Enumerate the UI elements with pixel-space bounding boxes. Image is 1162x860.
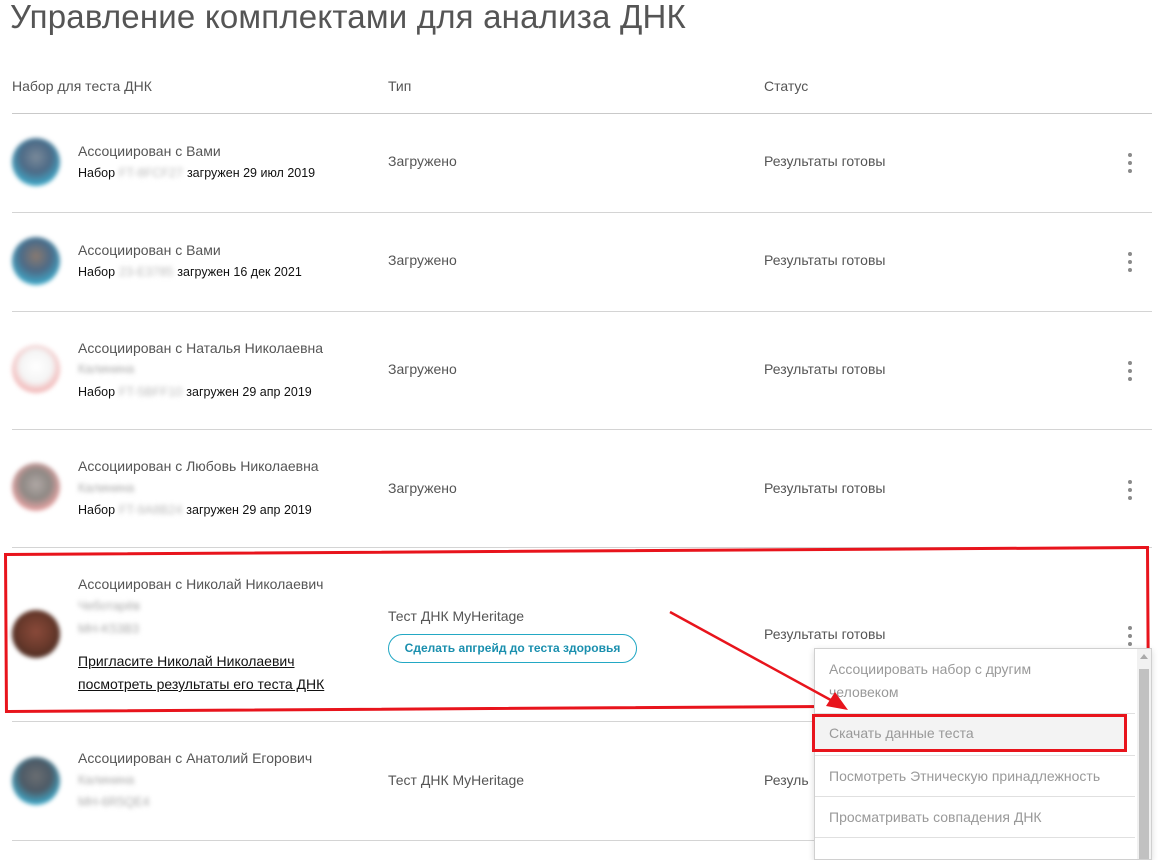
column-header-type: Тип bbox=[388, 78, 412, 94]
kit-code: FT-5BFF10 bbox=[119, 385, 183, 399]
kit-status: Результаты готовы bbox=[764, 153, 886, 169]
avatar bbox=[12, 345, 60, 393]
menu-item-download-highlight: Скачать данные теста bbox=[812, 714, 1127, 752]
kit-details: Набор FT-8FCF27 загружен 29 июл 2019 bbox=[78, 166, 316, 180]
row-divider bbox=[12, 429, 1152, 430]
menu-divider bbox=[815, 796, 1135, 797]
row-divider bbox=[12, 311, 1152, 312]
kit-type: Загружено bbox=[388, 252, 457, 268]
kit-type: Тест ДНК MyHeritage bbox=[388, 772, 525, 788]
kit-details: Набор 23-E3785 загружен 16 дек 2021 bbox=[78, 265, 302, 279]
avatar bbox=[12, 463, 60, 511]
avatar bbox=[12, 237, 60, 285]
row-divider bbox=[12, 212, 1152, 213]
kit-details: Набор FT-9A8B24 загружен 29 апр 2019 bbox=[78, 503, 312, 517]
kit-association: Ассоциирован с Вами bbox=[78, 143, 221, 159]
kit-code: FT-8FCF27 bbox=[119, 166, 183, 180]
kit-code: MH-6R5QE4 bbox=[78, 795, 150, 809]
kit-code: 23-E3785 bbox=[119, 265, 174, 279]
kit-details: Набор FT-5BFF10 загружен 29 апр 2019 bbox=[78, 385, 312, 399]
kit-association: Ассоциирован с Наталья Николаевна bbox=[78, 340, 324, 356]
menu-item-view-dna-matches[interactable]: Просматривать совпадения ДНК bbox=[815, 806, 1135, 829]
avatar bbox=[12, 138, 60, 186]
kit-type: Загружено bbox=[388, 480, 457, 496]
person-surname: Калинина bbox=[78, 481, 135, 495]
page-title: Управление комплектами для анализа ДНК bbox=[10, 0, 686, 35]
column-header-status: Статус bbox=[764, 78, 809, 94]
menu-divider bbox=[815, 755, 1135, 756]
header-divider bbox=[12, 113, 1152, 114]
menu-item-view-ethnicity[interactable]: Посмотреть Этническую принадлежность bbox=[815, 765, 1135, 788]
menu-item-download-data[interactable]: Скачать данные теста bbox=[829, 725, 974, 741]
person-surname: Калинина bbox=[78, 362, 135, 376]
column-header-kit: Набор для теста ДНК bbox=[12, 78, 152, 94]
kit-status: Результаты готовы bbox=[764, 361, 886, 377]
kit-association: Ассоциирован с Любовь Николаевна bbox=[78, 458, 319, 474]
kit-association: Ассоциирован с Анатолий Егорович bbox=[78, 750, 313, 766]
scrollbar-thumb[interactable] bbox=[1139, 669, 1149, 859]
kit-status: Результаты готовы bbox=[764, 480, 886, 496]
more-options-icon[interactable] bbox=[1120, 478, 1140, 502]
more-options-icon[interactable] bbox=[1120, 359, 1140, 383]
scroll-up-icon[interactable] bbox=[1140, 654, 1148, 659]
kit-status: Резуль bbox=[764, 772, 809, 788]
menu-divider bbox=[815, 837, 1135, 838]
kit-status: Результаты готовы bbox=[764, 252, 886, 268]
kit-code: FT-9A8B24 bbox=[119, 503, 183, 517]
kit-type: Загружено bbox=[388, 361, 457, 377]
context-menu: Ассоциировать набор с другим человеком П… bbox=[814, 648, 1152, 860]
kit-type: Загружено bbox=[388, 153, 457, 169]
more-options-icon[interactable] bbox=[1120, 250, 1140, 274]
menu-scrollbar[interactable] bbox=[1137, 649, 1151, 859]
menu-item-associate-kit[interactable]: Ассоциировать набор с другим человеком bbox=[815, 658, 1135, 704]
kit-association: Ассоциирован с Вами bbox=[78, 242, 221, 258]
more-options-icon[interactable] bbox=[1120, 151, 1140, 175]
avatar bbox=[12, 757, 60, 805]
person-surname: Калинина bbox=[78, 773, 135, 787]
